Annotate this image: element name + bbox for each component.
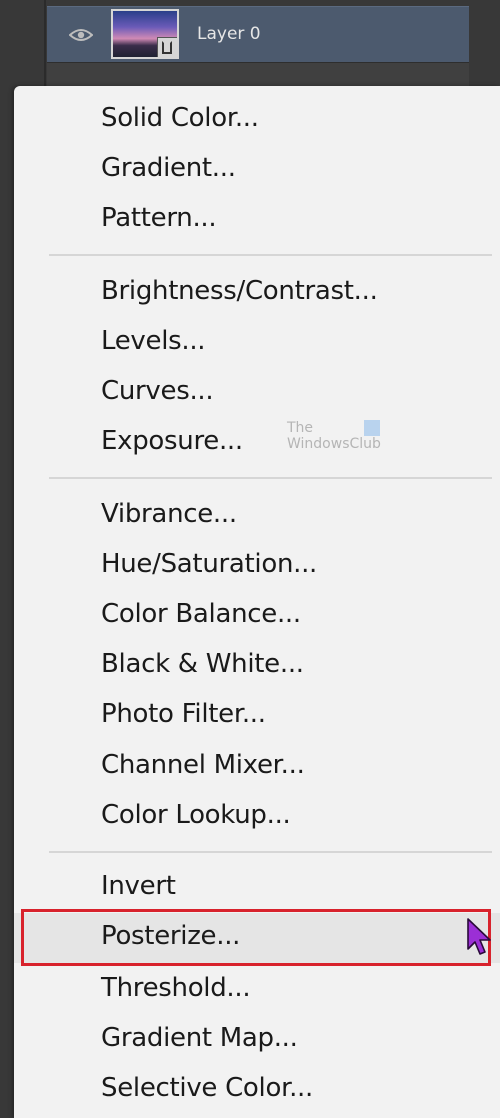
menu-item-label: Selective Color... [101,1073,313,1103]
menu-item-selective-color[interactable]: Selective Color... [14,1065,500,1115]
menu-item-curves[interactable]: Curves... [14,368,500,418]
layer-name[interactable]: Layer 0 [197,24,261,44]
menu-item-label: Color Balance... [101,599,301,629]
menu-separator [49,851,492,853]
menu-item-black-white[interactable]: Black & White... [14,641,500,691]
menu-item-label: Gradient... [101,153,236,183]
layer-row-layer-0[interactable]: Layer 0 [47,6,469,62]
watermark-logo-icon [364,420,380,436]
mouse-pointer-icon [467,918,491,955]
menu-item-label: Exposure... [101,426,243,456]
menu-item-label: Brightness/Contrast... [101,276,378,306]
menu-item-label: Threshold... [101,973,251,1003]
menu-item-channel-mixer[interactable]: Channel Mixer... [14,742,500,792]
menu-item-label: Solid Color... [101,103,259,133]
menu-separator [49,254,492,256]
smart-object-icon [157,37,177,57]
menu-item-label: Photo Filter... [101,699,266,729]
menu-item-invert[interactable]: Invert [14,863,500,913]
menu-item-levels[interactable]: Levels... [14,318,500,368]
menu-item-gradient[interactable]: Gradient... [14,145,500,195]
watermark-line-2: WindowsClub [287,436,381,452]
menu-item-solid-color[interactable]: Solid Color... [14,95,500,145]
menu-item-hue-saturation[interactable]: Hue/Saturation... [14,541,500,591]
menu-item-label: Black & White... [101,649,304,679]
menu-item-label: Pattern... [101,203,217,233]
menu-item-label: Levels... [101,326,206,356]
eye-icon[interactable] [69,27,93,43]
menu-item-label: Color Lookup... [101,800,291,830]
menu-item-threshold[interactable]: Threshold... [14,965,500,1015]
annotation-highlight-box [21,909,491,966]
layer-thumbnail[interactable] [111,9,179,59]
menu-item-brightness-contrast[interactable]: Brightness/Contrast... [14,268,500,318]
menu-item-color-lookup[interactable]: Color Lookup... [14,792,500,842]
menu-item-label: Channel Mixer... [101,750,305,780]
menu-item-exposure[interactable]: Exposure... [14,418,500,468]
menu-item-label: Gradient Map... [101,1023,298,1053]
menu-item-label: Curves... [101,376,214,406]
menu-separator [49,477,492,479]
menu-item-photo-filter[interactable]: Photo Filter... [14,691,500,741]
menu-item-color-balance[interactable]: Color Balance... [14,591,500,641]
menu-item-label: Invert [101,871,176,901]
menu-item-label: Hue/Saturation... [101,549,318,579]
menu-item-vibrance[interactable]: Vibrance... [14,491,500,541]
menu-item-gradient-map[interactable]: Gradient Map... [14,1015,500,1065]
menu-item-pattern[interactable]: Pattern... [14,195,500,245]
menu-item-label: Vibrance... [101,499,237,529]
